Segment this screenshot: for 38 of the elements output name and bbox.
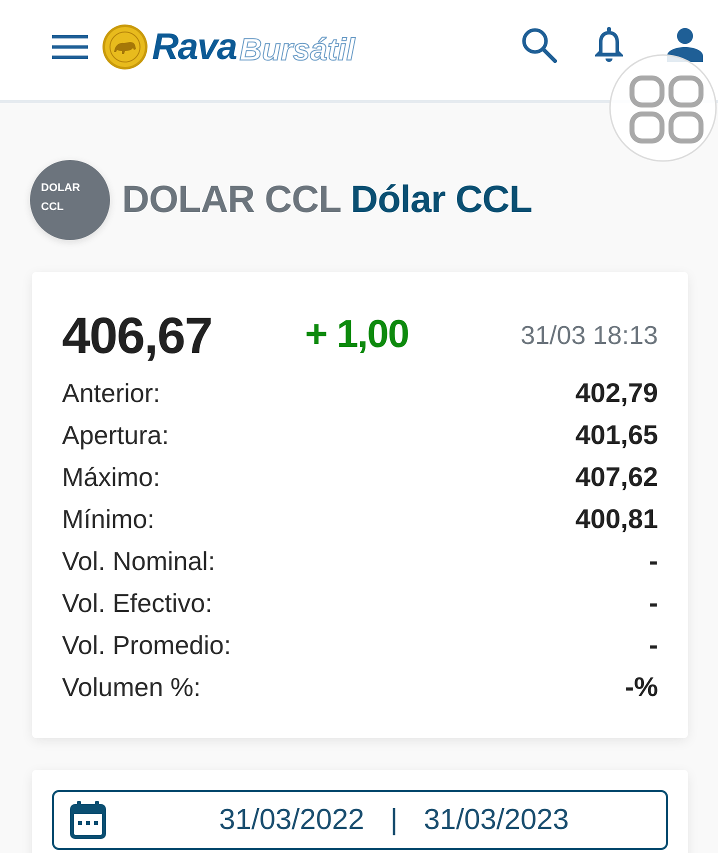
bell-icon	[593, 27, 625, 63]
instrument-name: Dólar CCL	[350, 178, 532, 220]
instrument-symbol: DOLAR CCL	[122, 178, 341, 220]
stat-value: -	[649, 588, 658, 618]
last-price: 406,67	[62, 306, 213, 364]
end-date: 31/03/2023	[424, 804, 569, 836]
date-separator: |	[390, 804, 398, 836]
stat-label: Anterior:	[62, 378, 160, 408]
stat-value: 401,65	[575, 420, 658, 450]
menu-icon	[52, 34, 88, 60]
stat-label: Máximo:	[62, 462, 160, 492]
quote-timestamp: 31/03 18:13	[520, 320, 658, 350]
stat-value: 407,62	[575, 462, 658, 492]
stat-label: Vol. Promedio:	[62, 630, 232, 660]
price-change: + 1,00	[305, 313, 410, 357]
notifications-button[interactable]	[593, 27, 625, 63]
menu-button[interactable]	[52, 34, 88, 60]
logo-brand-text: Rava	[152, 26, 236, 68]
floating-app-grid-icon[interactable]	[609, 53, 717, 163]
stat-value: -	[649, 630, 658, 660]
logo-tagline-text: Bursátil	[239, 32, 355, 68]
start-date: 31/03/2022	[219, 804, 364, 836]
home-logo-link[interactable]: RavaBursátil	[102, 24, 355, 70]
stat-label: Vol. Efectivo:	[62, 588, 212, 618]
stat-label: Vol. Nominal:	[62, 546, 216, 576]
stat-value: -%	[625, 672, 658, 702]
search-icon	[521, 27, 557, 63]
coin-logo-icon	[102, 24, 148, 70]
stat-value: -	[649, 546, 658, 576]
stat-value: 400,81	[575, 504, 658, 534]
calendar-icon	[70, 801, 106, 839]
stat-label: Apertura:	[62, 420, 169, 450]
stat-label: Volumen %:	[62, 672, 201, 702]
search-button[interactable]	[521, 27, 557, 63]
stat-value: 402,79	[575, 378, 658, 408]
instrument-badge: DOLAR CCL	[30, 160, 110, 240]
stat-label: Mínimo:	[62, 504, 154, 534]
date-range-field[interactable]: 31/03/2022 | 31/03/2023	[52, 790, 668, 850]
